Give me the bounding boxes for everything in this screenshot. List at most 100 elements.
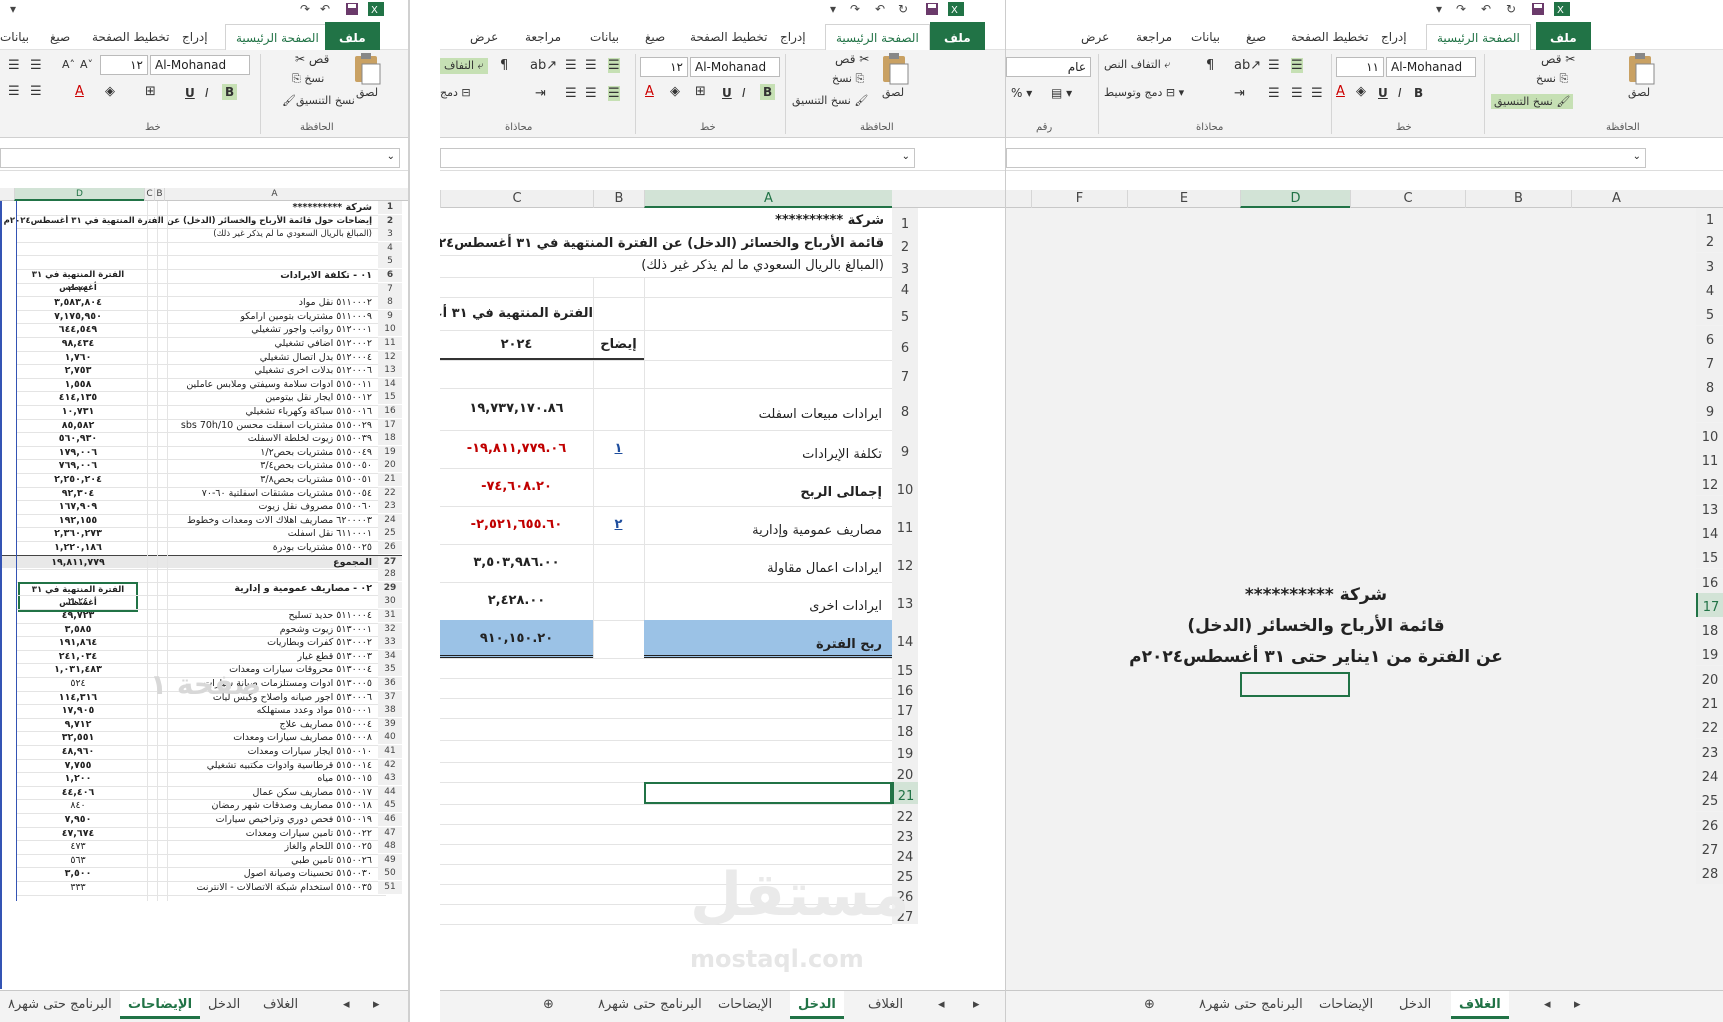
align-mid-icon[interactable]: ☰	[585, 58, 597, 73]
cell-amount[interactable]: ٩٢,٣٠٤	[18, 487, 138, 500]
cell-description[interactable]: ٥١٥٠٠٠٤ مصاريف علاج	[162, 718, 372, 731]
line-label-cell[interactable]: مصاريف عمومية وإدارية	[644, 506, 888, 544]
cell-description[interactable]: شركة **********	[162, 201, 372, 214]
row-header[interactable]: 1	[378, 201, 402, 214]
cell-description[interactable]: ٥١٢٠٠٠٦ بدلات اخرى تشغيلي	[162, 364, 372, 377]
row-header[interactable]: 17	[1696, 592, 1723, 617]
underline-icon[interactable]: U	[185, 86, 195, 100]
orientation-icon[interactable]: ab↗	[530, 58, 557, 73]
row-header[interactable]: 42	[378, 758, 402, 772]
cell-description[interactable]: ٥١٣٠٠٠١ زيوت وشحوم	[162, 623, 372, 636]
note-link-cell[interactable]	[593, 620, 644, 658]
sheet-tab-cover[interactable]: الغلاف	[255, 991, 306, 1019]
align-left-icon[interactable]: ☰	[1268, 86, 1280, 101]
cell-amount[interactable]: ١٩,٨١١,٧٧٩	[18, 556, 138, 569]
row-header[interactable]: 18	[1696, 617, 1723, 642]
cell-amount[interactable]: ٥٢٤	[18, 677, 138, 690]
cell-description[interactable]: ٥١١٠٠٠٢ نقل مواد	[162, 296, 372, 309]
active-cell-d17[interactable]	[1240, 672, 1350, 697]
cell-amount[interactable]: ١,٢٢٠,١٨٦	[18, 541, 138, 554]
orientation-icon[interactable]: ab↗	[1234, 58, 1261, 73]
row-header[interactable]: 8	[892, 388, 918, 430]
period-header-cell[interactable]: الفترة المنتهية في ٣١ أغسطس	[440, 297, 593, 330]
cell-amount[interactable]: ٢,٣٦٠,٢٧٣	[18, 527, 138, 540]
row-header[interactable]: 29	[378, 581, 402, 595]
cell-amount[interactable]: ٧٦٩,٠٠٦	[18, 459, 138, 472]
cut-button[interactable]: قص ✂	[1541, 52, 1575, 66]
paste-button[interactable]: لصق	[880, 52, 910, 99]
row-header[interactable]: 16	[378, 405, 402, 418]
row-header[interactable]: 12	[378, 350, 402, 364]
cell-description[interactable]: ٥١٥٠٠١٥ مياه	[162, 772, 372, 785]
italic-icon[interactable]: I	[1398, 86, 1402, 100]
row-header[interactable]: 16	[892, 678, 918, 699]
tab-home[interactable]: الصفحة الرئيسية	[1426, 24, 1531, 50]
cell-amount[interactable]: ٤١٤,١٣٥	[18, 391, 138, 404]
cell-amount[interactable]: ١٦٧,٩٠٩	[18, 500, 138, 513]
row-header[interactable]: 25	[378, 527, 402, 541]
row-header[interactable]: 44	[378, 785, 402, 799]
row-header[interactable]: 5	[378, 255, 402, 269]
autosave-icon[interactable]: ↻	[1506, 2, 1516, 16]
line-value-cell[interactable]: ٩١٠,١٥٠.٢٠	[440, 620, 593, 658]
formula-input[interactable]: ⌄	[440, 148, 915, 168]
cell-description[interactable]: ٥١٥٠٠٢٩ مشتريات اسفلت محسن sbs 70h/10	[162, 419, 372, 432]
row-header[interactable]: 23	[1696, 738, 1723, 763]
row-header[interactable]: 14	[1696, 519, 1723, 544]
cell-description[interactable]: ٥١٥٠٠١٠ ايجار سيارات ومعدات	[162, 745, 372, 758]
row-header[interactable]: 3	[1696, 252, 1723, 277]
undo-icon[interactable]: ↶	[320, 2, 330, 16]
redo-icon[interactable]: ↷	[300, 2, 310, 16]
row-header[interactable]: 26	[378, 541, 402, 554]
row-header[interactable]: 38	[378, 704, 402, 718]
align-middle-icon[interactable]: ☰	[30, 58, 42, 73]
cell-description[interactable]: ٥١٥٠٠٠١ مواد وعدد مستهلكه	[162, 704, 372, 717]
row-header[interactable]: 48	[378, 840, 402, 854]
row-header[interactable]: 15	[1696, 544, 1723, 569]
row-header[interactable]: 3	[892, 255, 918, 277]
tab-data[interactable]: بيانات	[590, 24, 619, 50]
redo-icon[interactable]: ↷	[1456, 2, 1466, 16]
sheet-tab-program[interactable]: البرنامج حتى شهر٨	[0, 991, 120, 1019]
scroll-left-icon[interactable]: ◂	[335, 991, 358, 1019]
scroll-right-icon[interactable]: ▸	[1566, 991, 1589, 1019]
wrap-text-button[interactable]: التفاف ⤶	[440, 58, 488, 74]
scroll-right-icon[interactable]: ▸	[365, 991, 388, 1019]
borders-icon[interactable]: ⊞	[695, 84, 706, 99]
row-header[interactable]: 27	[378, 555, 402, 569]
font-color-icon[interactable]: A	[1336, 84, 1345, 99]
line-value-cell[interactable]: ٢,٥٢١,٦٥٥.٦٠-	[440, 506, 593, 544]
row-header[interactable]: 27	[1696, 835, 1723, 860]
cell-description[interactable]: ٥١٢٠٠٠٢ اضافي تشغيلي	[162, 337, 372, 350]
cell-amount[interactable]: ٥٦٣	[18, 854, 138, 867]
cell-description[interactable]: ٥١٥٠٠٢٦ تامين طبي	[162, 854, 372, 867]
cell-amount[interactable]: ١,٠٣١,٤٨٣	[18, 663, 138, 676]
line-label-cell[interactable]: ايرادات اعمال مقاولة	[644, 544, 888, 582]
line-label-cell[interactable]: ربح الفترة	[644, 620, 888, 658]
currency-note-cell[interactable]: (المبالغ بالريال السعودي ما لم يذكر غير …	[440, 255, 888, 277]
col-header-a[interactable]: A	[644, 190, 892, 208]
cell-description[interactable]: ٥١١٠٠٠٤ حديد تسليح	[162, 609, 372, 622]
cell-amount[interactable]: ٢,٢٥٠,٢٠٤	[18, 473, 138, 486]
tab-formulas[interactable]: صيغ	[50, 24, 70, 50]
tab-home[interactable]: الصفحة الرئيسية	[225, 24, 330, 50]
currency-icon[interactable]: ▤ ▾	[1051, 86, 1072, 100]
borders-icon[interactable]: ⊞	[145, 84, 156, 99]
row-header[interactable]: 11	[378, 337, 402, 350]
row-header[interactable]: 9	[378, 309, 402, 323]
cell-amount[interactable]: ١١٤,٣١٦	[18, 691, 138, 704]
row-header[interactable]: 14	[378, 377, 402, 391]
formula-input[interactable]: ⌄	[1006, 148, 1646, 168]
row-header[interactable]: 28	[378, 568, 402, 582]
cell-description[interactable]: ٥١٥٠٠١٤ قرطاسية وادوات مكتبيه تشغيلي	[162, 759, 372, 772]
cell-description[interactable]: ٥١٥٠٠٣٠ تحسينات وصيانة اصول	[162, 867, 372, 880]
col-header-f[interactable]: F	[1031, 190, 1127, 208]
cell-amount[interactable]: ٣٢,٥٥١	[18, 731, 138, 744]
row-header[interactable]: 22	[892, 804, 918, 825]
cell-description[interactable]: ٥١٥٠٠٥٠ مشتريات بحص٣/٤	[162, 459, 372, 472]
grow-font-icon[interactable]: A˄	[62, 58, 75, 71]
expand-formula-icon[interactable]: ⌄	[387, 151, 395, 162]
row-header[interactable]: 15	[378, 391, 402, 405]
cell-amount[interactable]: ١,٢٠٠	[18, 772, 138, 785]
sheet-tab-cover[interactable]: الغلاف	[1451, 991, 1509, 1019]
